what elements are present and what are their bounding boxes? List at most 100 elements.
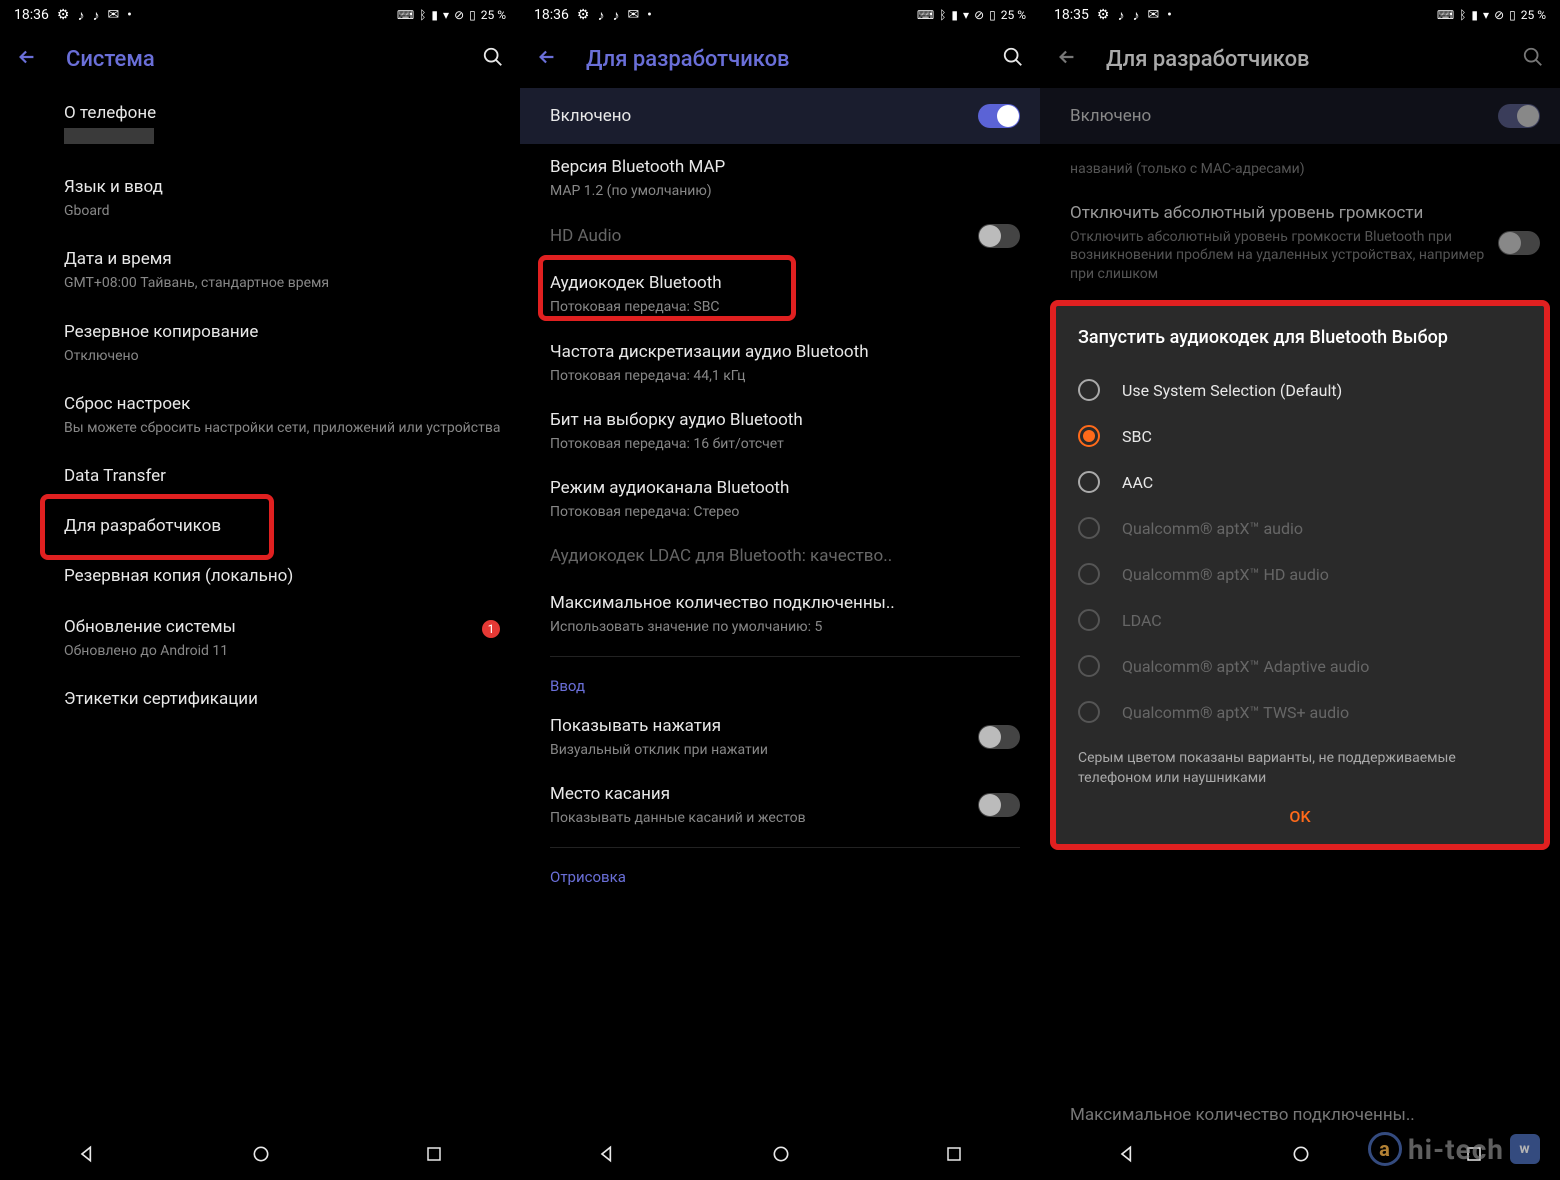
back-icon[interactable] [16,46,38,72]
switch-off[interactable] [978,224,1020,248]
item-bt-max-conn[interactable]: Максимальное количество подключенны.. Ис… [520,580,1040,648]
radio-icon[interactable] [1078,471,1100,493]
radio-option[interactable]: SBC [1078,413,1522,459]
item-subtitle: Отключить абсолютный уровень громкости B… [1070,228,1486,283]
nav-home-icon[interactable] [1291,1144,1311,1168]
ok-button[interactable]: OK [1078,789,1522,830]
wifi-icon: ▾ [963,8,969,22]
item-backup[interactable]: Резервное копирование Отключено [64,307,504,379]
item-pointer-location[interactable]: Место касания Показывать данные касаний … [520,771,1040,839]
switch-off [1498,231,1540,255]
item-show-taps[interactable]: Показывать нажатия Визуальный отклик при… [520,703,1040,771]
item-title: Отключить абсолютный уровень громкости [1070,202,1486,224]
watermark-text: hi-tech [1408,1133,1504,1166]
battery-pct: 25 % [1001,8,1026,22]
bluetooth-icon: ᛒ [419,8,426,22]
developer-list: Включено Версия Bluetooth MAP MAP 1.2 (п… [520,88,1040,1132]
header: Система [0,30,520,88]
radio-icon [1078,609,1100,631]
item-subtitle: Визуальный отклик при нажатии [550,741,966,759]
nav-bar [520,1132,1040,1180]
item-subtitle: Потоковая передача: SBC [550,298,1020,316]
item-system-update[interactable]: Обновление системы Обновлено до Android … [64,602,504,674]
item-subtitle: Отключено [64,347,504,365]
item-title: О телефоне [64,102,504,124]
item-title: Data Transfer [64,465,504,487]
item-subtitle: Вы можете сбросить настройки сети, прило… [64,419,504,437]
watermark: a hi-tech w [1368,1132,1540,1166]
item-bt-bits[interactable]: Бит на выборку аудио Bluetooth Потоковая… [520,397,1040,465]
nav-recent-icon[interactable] [425,1145,443,1167]
nav-recent-icon[interactable] [945,1145,963,1167]
item-hd-audio[interactable]: HD Audio [520,212,1040,260]
dot-icon: • [1167,7,1172,23]
status-bar: 18:36 ⚙ ♪ ♪ ✉ • ⌨ ᛒ ▮ ▾ ⊘ ▯ 25 % [520,0,1040,30]
music-icon: ♪ [77,7,84,24]
nav-home-icon[interactable] [771,1144,791,1168]
item-reset[interactable]: Сброс настроек Вы можете сбросить настро… [64,379,504,451]
back-icon[interactable] [1056,46,1078,72]
item-cert-labels[interactable]: Этикетки сертификации [64,674,504,724]
switch-off[interactable] [978,725,1020,749]
item-bt-map[interactable]: Версия Bluetooth MAP MAP 1.2 (по умолчан… [520,144,1040,212]
search-icon[interactable] [482,46,504,72]
music-icon: ♪ [1117,7,1124,24]
gear-icon: ⚙ [1097,7,1110,23]
battery-icon: ▯ [989,8,996,22]
radio-option[interactable]: AAC [1078,459,1522,505]
item-title: Сброс настроек [64,393,504,415]
nosim-icon: ⊘ [1494,8,1504,22]
radio-option[interactable]: Use System Selection (Default) [1078,367,1522,413]
item-bt-codec[interactable]: Аудиокодек Bluetooth Потоковая передача:… [520,260,1040,328]
radio-icon[interactable] [1078,425,1100,447]
screen-system: 18:36 ⚙ ♪ ♪ ✉ • ⌨ ᛒ ▮ ▾ ⊘ ▯ 25 % Система… [0,0,520,1180]
watermark-a-icon: a [1368,1132,1402,1166]
vibrate-icon: ▮ [431,8,438,22]
music-icon: ♪ [1132,7,1139,24]
radio-icon[interactable] [1078,379,1100,401]
item-title: Этикетки сертификации [64,688,504,710]
nav-back-icon[interactable] [77,1144,97,1168]
header: Для разработчиков [1040,30,1560,88]
item-bt-sample-rate[interactable]: Частота дискретизации аудио Bluetooth По… [520,329,1040,397]
item-title: Аудиокодек LDAC для Bluetooth: качество.… [550,545,1020,567]
item-developer-options[interactable]: Для разработчиков [64,501,504,551]
radio-icon [1078,701,1100,723]
item-bg-max: Максимальное количество подключенны.. [1070,1104,1540,1126]
watermark-vk-icon: w [1510,1134,1540,1164]
status-time: 18:36 [534,7,569,23]
nav-back-icon[interactable] [1117,1144,1137,1168]
search-icon[interactable] [1002,46,1024,72]
item-title: Бит на выборку аудио Bluetooth [550,409,1020,431]
item-language-input[interactable]: Язык и ввод Gboard [64,162,504,234]
radio-icon [1078,563,1100,585]
back-icon[interactable] [536,46,558,72]
item-data-transfer[interactable]: Data Transfer [64,451,504,501]
radio-option: Qualcomm® aptX™ TWS+ audio [1078,689,1522,735]
gear-icon: ⚙ [577,7,590,23]
nav-home-icon[interactable] [251,1144,271,1168]
settings-list: О телефоне Язык и ввод Gboard Дата и вре… [0,88,520,1132]
item-bt-ldac[interactable]: Аудиокодек LDAC для Bluetooth: качество.… [520,533,1040,579]
item-date-time[interactable]: Дата и время GMT+08:00 Тайвань, стандарт… [64,234,504,306]
page-title: Для разработчиков [586,47,1002,72]
master-toggle-row[interactable]: Включено [520,88,1040,144]
nosim-icon: ⊘ [454,8,464,22]
screen-codec-dialog: 18:35 ⚙ ♪ ♪ ✉ • ⌨ ᛒ ▮ ▾ ⊘ ▯ 25 % Для раз… [1040,0,1560,1180]
nav-back-icon[interactable] [597,1144,617,1168]
item-subtitle: Потоковая передача: Стерео [550,503,1020,521]
item-title: Резервное копирование [64,321,504,343]
radio-label: Use System Selection (Default) [1122,381,1342,400]
switch-off[interactable] [978,793,1020,817]
switch-on[interactable] [978,104,1020,128]
search-icon[interactable] [1522,46,1544,72]
item-title: Максимальное количество подключенны.. [550,592,1020,614]
section-header-input: Ввод [520,657,1040,703]
item-subtitle: Gboard [64,202,504,220]
header: Для разработчиков [520,30,1040,88]
item-local-backup[interactable]: Резервная копия (локально) [64,551,504,601]
item-bt-channel[interactable]: Режим аудиоканала Bluetooth Потоковая пе… [520,465,1040,533]
radio-option: Qualcomm® aptX™ audio [1078,505,1522,551]
radio-label: SBC [1122,427,1152,446]
item-about-phone[interactable]: О телефоне [64,88,504,162]
